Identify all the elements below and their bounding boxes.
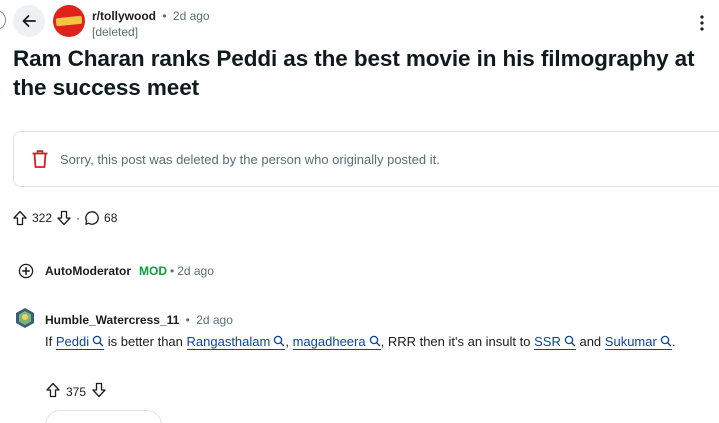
downvote-arrow-icon bbox=[92, 382, 106, 398]
search-keyword-link[interactable]: magadheera bbox=[292, 334, 381, 350]
search-keyword-link[interactable]: Sukumar bbox=[604, 334, 672, 350]
deleted-notice-text: Sorry, this post was deleted by the pers… bbox=[60, 151, 440, 167]
downvote-button[interactable] bbox=[91, 382, 107, 401]
downvote-arrow-icon bbox=[57, 210, 71, 226]
upvote-button[interactable] bbox=[45, 382, 61, 401]
search-keyword-link[interactable]: SSR bbox=[534, 334, 576, 350]
comment-vote-count: 375 bbox=[66, 384, 87, 399]
action-separator: · bbox=[76, 211, 81, 225]
meta-separator: • bbox=[170, 264, 175, 278]
post-actions: 322 · 68 bbox=[12, 210, 121, 226]
trash-icon bbox=[32, 150, 48, 168]
keyword-text: Rangasthalam bbox=[186, 334, 271, 349]
comment-time: 2d ago bbox=[196, 313, 233, 327]
kebab-vertical-icon[interactable] bbox=[694, 14, 710, 32]
comment-text: and bbox=[579, 334, 602, 349]
search-icon bbox=[274, 335, 285, 347]
comment-text: If bbox=[45, 334, 53, 349]
edge-circle-fragment bbox=[0, 10, 6, 30]
comment-username[interactable]: AutoModerator bbox=[45, 264, 131, 278]
subreddit-name[interactable]: r/tollywood bbox=[92, 9, 156, 23]
arrow-left-icon bbox=[22, 15, 36, 27]
post-vote-count: 322 bbox=[32, 211, 53, 225]
search-icon bbox=[369, 335, 380, 347]
comment-body: If Peddi is better than Rangasthalam, ma… bbox=[45, 332, 705, 352]
back-button[interactable] bbox=[13, 5, 45, 37]
meta-separator: • bbox=[162, 9, 167, 23]
downvote-button[interactable] bbox=[56, 210, 72, 226]
comment-text: , RRR then it's an insult to bbox=[380, 334, 531, 349]
comment-collapsed-automoderator: AutoModerator MOD • 2d ago bbox=[18, 263, 214, 279]
search-icon bbox=[564, 335, 576, 347]
keyword-text: Peddi bbox=[55, 334, 90, 349]
deleted-notice: Sorry, this post was deleted by the pers… bbox=[13, 131, 719, 187]
comment-time: 2d ago bbox=[177, 264, 214, 278]
comment-username[interactable]: Humble_Watercress_11 bbox=[45, 313, 179, 327]
meta-separator: • bbox=[185, 313, 190, 327]
post-time: 2d ago bbox=[172, 9, 210, 23]
comment-text: . bbox=[671, 334, 676, 349]
subreddit-avatar[interactable] bbox=[53, 5, 85, 37]
upvote-button[interactable] bbox=[12, 210, 28, 226]
search-keyword-link[interactable]: Peddi bbox=[55, 334, 105, 350]
keyword-text: magadheera bbox=[292, 334, 366, 349]
comment-actions: 375 bbox=[45, 382, 107, 401]
mod-badge: MOD bbox=[139, 264, 167, 278]
subreddit-logo bbox=[55, 15, 83, 27]
post-title: Ram Charan ranks Peddi as the best movie… bbox=[13, 46, 695, 100]
comment-bubble-icon bbox=[85, 211, 99, 225]
reply-pill-button[interactable] bbox=[45, 410, 162, 423]
keyword-text: Sukumar bbox=[604, 334, 657, 349]
post-comment-count: 68 bbox=[104, 211, 118, 225]
post-author: [deleted] bbox=[92, 25, 139, 39]
comments-button[interactable] bbox=[84, 210, 100, 226]
comment-meta: Humble_Watercress_11 • 2d ago bbox=[45, 313, 233, 327]
user-avatar[interactable] bbox=[14, 307, 36, 329]
keyword-text: SSR bbox=[534, 334, 561, 349]
comment-text: , bbox=[285, 334, 289, 349]
comment-text: is better than bbox=[107, 334, 183, 349]
upvote-arrow-icon bbox=[46, 382, 60, 398]
expand-plus-icon[interactable] bbox=[18, 263, 34, 279]
search-keyword-link[interactable]: Rangasthalam bbox=[186, 334, 286, 350]
search-icon bbox=[92, 335, 104, 347]
post-meta: r/tollywood • 2d ago bbox=[92, 9, 210, 23]
upvote-arrow-icon bbox=[13, 210, 27, 226]
search-icon bbox=[660, 335, 672, 347]
